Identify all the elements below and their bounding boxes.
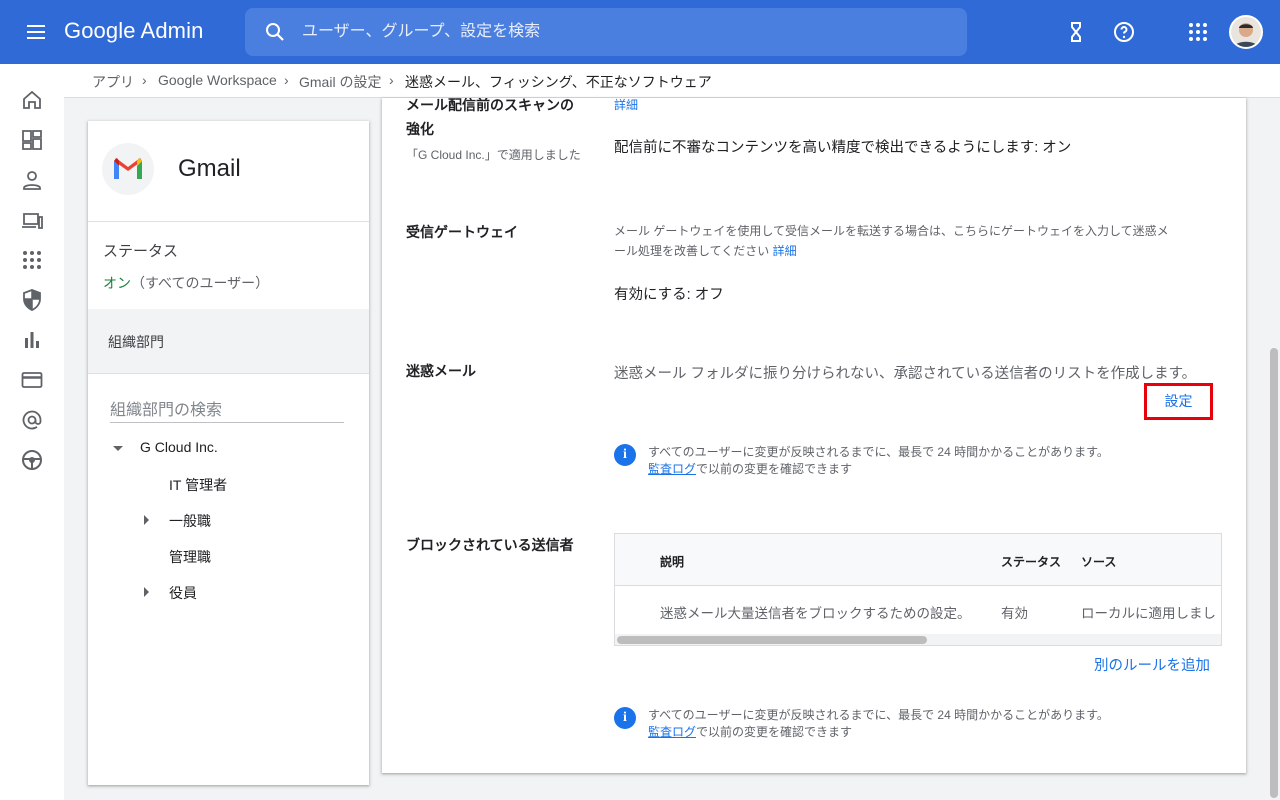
avatar[interactable] bbox=[1229, 15, 1263, 49]
org-tree-item-management[interactable]: 管理職 bbox=[169, 547, 211, 567]
breadcrumb-separator: › bbox=[284, 72, 289, 88]
breadcrumb-separator: › bbox=[389, 72, 394, 88]
top-app-bar: Google Admin bbox=[0, 0, 1280, 64]
home-icon[interactable] bbox=[20, 88, 44, 112]
collapse-triangle-icon[interactable] bbox=[144, 515, 149, 525]
table-cell-status: 有効 bbox=[1001, 606, 1028, 621]
inbound-gateway-title: 受信ゲートウェイ bbox=[406, 224, 518, 240]
blocked-audit-log-link[interactable]: 監査ログ bbox=[648, 725, 696, 739]
info-icon: i bbox=[614, 707, 636, 729]
breadcrumb-separator: › bbox=[142, 72, 147, 88]
enhanced-scan-detail-link[interactable]: 詳細 bbox=[614, 98, 638, 113]
breadcrumb: アプリ › Google Workspace › Gmail の設定 › 迷惑メ… bbox=[64, 64, 1280, 98]
org-tree-item-executives[interactable]: 役員 bbox=[169, 583, 197, 603]
app-summary-card: Gmail ステータス オン（すべてのユーザー） 組織部門 G Cloud In… bbox=[88, 121, 369, 785]
spam-info-line1: すべてのユーザーに変更が反映されるまでに、最長で 24 時間かかることがあります… bbox=[648, 445, 1109, 459]
page-scrollbar[interactable] bbox=[1268, 98, 1280, 800]
apps-icon[interactable] bbox=[20, 248, 44, 272]
blocked-info-line2-text: で以前の変更を確認できます bbox=[696, 725, 853, 739]
blocked-info-line1: すべてのユーザーに変更が反映されるまでに、最長で 24 時間かかることがあります… bbox=[648, 708, 1109, 722]
enhanced-scan-title-line1: メール配信前のスキャンの bbox=[406, 98, 574, 113]
blocked-senders-table: 説明 ステータス ソース 迷惑メール大量送信者をブロックするための設定。 有効 … bbox=[614, 533, 1222, 646]
org-tree-item-it-admin[interactable]: IT 管理者 bbox=[169, 475, 227, 495]
table-scroll-thumb[interactable] bbox=[617, 636, 927, 644]
breadcrumb-apps[interactable]: アプリ bbox=[92, 72, 134, 92]
spam-info-line2-text: で以前の変更を確認できます bbox=[696, 462, 853, 476]
column-header-source[interactable]: ソース bbox=[1081, 553, 1116, 570]
expand-triangle-icon[interactable] bbox=[113, 446, 123, 451]
status-on: オン bbox=[103, 275, 131, 291]
page-scroll-thumb[interactable] bbox=[1270, 348, 1278, 798]
breadcrumb-gmail-settings[interactable]: Gmail の設定 bbox=[299, 72, 381, 92]
help-icon[interactable] bbox=[1112, 20, 1136, 44]
apps-grid-icon[interactable] bbox=[1186, 20, 1210, 44]
spam-audit-log-link[interactable]: 監査ログ bbox=[648, 462, 696, 476]
billing-icon[interactable] bbox=[20, 368, 44, 392]
search-icon[interactable] bbox=[263, 20, 287, 44]
gmail-logo-icon bbox=[102, 143, 154, 195]
inbound-gateway-desc-line2-text: ール処理を改善してください bbox=[614, 244, 770, 258]
divider bbox=[88, 221, 369, 222]
org-unit-header-label: 組織部門 bbox=[108, 334, 164, 350]
status-scope: （すべてのユーザー） bbox=[131, 275, 270, 291]
hourglass-icon[interactable] bbox=[1064, 20, 1088, 44]
table-cell-description[interactable]: 迷惑メール大量送信者をブロックするための設定。 bbox=[660, 602, 971, 622]
column-header-description[interactable]: 説明 bbox=[660, 553, 684, 570]
blocked-info-line2: 監査ログで以前の変更を確認できます bbox=[648, 723, 852, 740]
inbound-gateway-desc-line1: メール ゲートウェイを使用して受信メールを転送する場合は、こちらにゲートウェイを… bbox=[614, 224, 1169, 238]
table-header bbox=[615, 534, 1221, 586]
dashboard-icon[interactable] bbox=[20, 128, 44, 152]
breadcrumb-current: 迷惑メール、フィッシング、不正なソフトウェア bbox=[405, 74, 712, 90]
column-header-status[interactable]: ステータス bbox=[1001, 553, 1061, 570]
inbound-gateway-value: 有効にする: オフ bbox=[614, 287, 724, 303]
spam-settings-button[interactable]: 設定 bbox=[1144, 383, 1213, 420]
add-rule-link[interactable]: 別のルールを追加 bbox=[1094, 654, 1210, 675]
org-tree-item-g-cloud[interactable]: G Cloud Inc. bbox=[140, 439, 218, 455]
spam-title: 迷惑メール bbox=[406, 363, 476, 379]
inbound-gateway-detail-link[interactable]: 詳細 bbox=[773, 244, 797, 258]
status-value: オン（すべてのユーザー） bbox=[103, 273, 269, 293]
rules-icon[interactable] bbox=[20, 448, 44, 472]
blocked-senders-title: ブロックされている送信者 bbox=[406, 537, 574, 553]
devices-icon[interactable] bbox=[20, 208, 44, 232]
collapse-triangle-icon[interactable] bbox=[144, 587, 149, 597]
app-name: Gmail bbox=[178, 155, 241, 182]
table-horizontal-scrollbar[interactable] bbox=[615, 634, 1221, 645]
person-icon[interactable] bbox=[20, 168, 44, 192]
breadcrumb-google-workspace[interactable]: Google Workspace bbox=[158, 72, 277, 88]
spam-desc: 迷惑メール フォルダに振り分けられない、承認されている送信者のリストを作成します… bbox=[614, 366, 1197, 382]
settings-card: メール配信前のスキャンの 強化 「G Cloud Inc.」で適用しました 詳細… bbox=[382, 98, 1246, 773]
search-input[interactable] bbox=[302, 8, 942, 56]
spam-info-line2: 監査ログで以前の変更を確認できます bbox=[648, 460, 852, 477]
search-bar[interactable] bbox=[245, 8, 967, 56]
enhanced-scan-title-line2: 強化 bbox=[406, 121, 434, 137]
org-unit-search-input[interactable] bbox=[110, 399, 344, 423]
security-icon[interactable] bbox=[20, 288, 44, 312]
reports-icon[interactable] bbox=[20, 328, 44, 352]
org-unit-header: 組織部門 bbox=[88, 309, 369, 373]
inbound-gateway-desc-line2: ール処理を改善してください 詳細 bbox=[614, 242, 797, 259]
table-cell-source: ローカルに適用しまし bbox=[1081, 606, 1216, 621]
org-tree-item-general[interactable]: 一般職 bbox=[169, 511, 211, 531]
nav-rail bbox=[0, 64, 64, 800]
info-icon: i bbox=[614, 444, 636, 466]
status-title: ステータス bbox=[103, 243, 179, 260]
hamburger-menu-icon[interactable] bbox=[24, 20, 48, 44]
enhanced-scan-value: 配信前に不審なコンテンツを高い精度で検出できるようにします: オン bbox=[614, 140, 1072, 156]
account-at-icon[interactable] bbox=[20, 408, 44, 432]
divider bbox=[88, 373, 369, 374]
enhanced-scan-applied: 「G Cloud Inc.」で適用しました bbox=[406, 148, 581, 162]
app-logo[interactable]: Google Admin bbox=[64, 18, 203, 44]
